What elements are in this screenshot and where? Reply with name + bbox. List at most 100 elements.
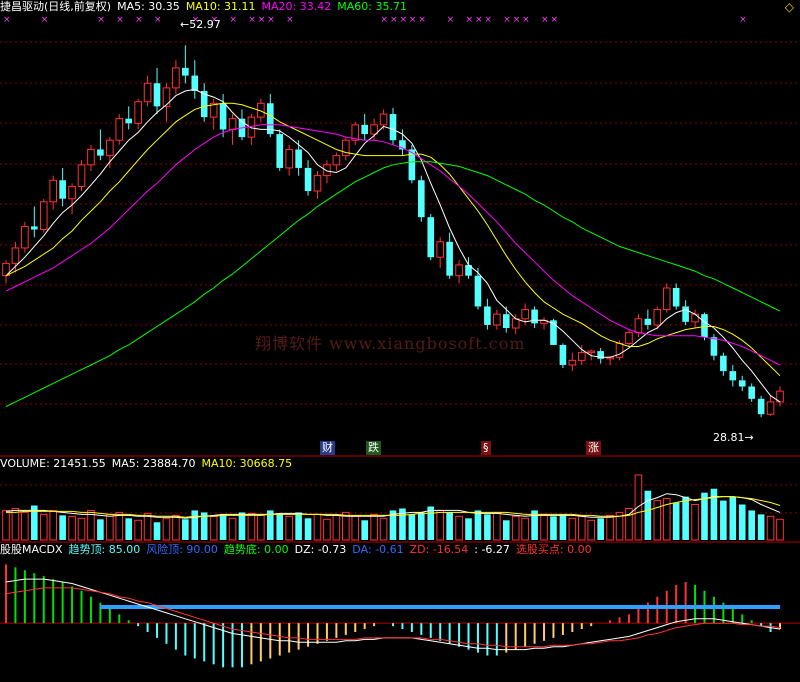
volume-bar-down (418, 512, 425, 540)
volume-bar-down (559, 514, 567, 540)
watermark: 翔博软件 www.xiangbosoft.com (255, 334, 526, 353)
candle-down (502, 314, 510, 329)
candle-down (153, 83, 161, 107)
signal-marker: × (522, 15, 530, 25)
volume-bar-down (59, 515, 66, 540)
signal-marker: × (116, 15, 124, 25)
volume-bar-up (436, 509, 444, 541)
volume-bar-down (738, 504, 746, 540)
signal-marker: × (286, 15, 294, 25)
risk-top-readout: 风险顶: 90.00 (146, 543, 218, 556)
low-price-label: 28.81→ (713, 431, 754, 444)
volume-bar-up (587, 519, 596, 541)
volume-bar-down (701, 492, 708, 540)
volume-bar-down (446, 512, 453, 540)
zd2-readout: : -6.27 (474, 543, 510, 556)
event-marker-rise[interactable]: 涨 (586, 441, 601, 455)
volume-bar-up (285, 515, 293, 541)
volume-ma10-readout: MA10: 30668.75 (201, 457, 293, 470)
volume-bar-up (228, 517, 237, 541)
signal-marker: × (466, 15, 474, 25)
candle-up (691, 313, 699, 323)
event-marker-section[interactable]: § (481, 441, 491, 455)
volume-bar-up (521, 517, 529, 541)
candle-up (332, 155, 341, 166)
candle-up (39, 201, 48, 231)
volume-bar-down (502, 520, 510, 540)
candle-down (474, 275, 482, 307)
indicator-name: 股股MACDX (0, 543, 63, 556)
signal-marker: × (739, 15, 747, 25)
volume-bar-down (276, 514, 284, 540)
volume-bar-up (77, 517, 86, 541)
candle-down (531, 309, 538, 324)
candle-down (389, 114, 397, 141)
candle-up (625, 332, 633, 344)
volume-bar-up (568, 517, 577, 541)
signal-marker: × (3, 15, 11, 25)
volume-bar-down (191, 510, 199, 540)
ma-line-ma60 (5, 161, 781, 407)
volume-bar-up (493, 511, 501, 541)
volume-bar-up (106, 513, 114, 541)
ma10-readout: MA10: 31.11 (185, 0, 256, 13)
signal-marker: × (447, 15, 455, 25)
candle-down (182, 67, 189, 76)
volume-bar-up (2, 509, 10, 541)
volume-bar-down (757, 514, 765, 540)
volume-header: VOLUME: 21451.55 MA5: 23884.70 MA10: 30668… (0, 457, 298, 471)
candle-up (653, 309, 662, 326)
event-marker-fall[interactable]: 跌 (366, 441, 381, 455)
volume-bar-up (625, 507, 633, 541)
volume-bar-up (209, 515, 218, 541)
volume-bar-up (332, 514, 341, 541)
volume-bar-down (97, 519, 104, 540)
volume-bar-up (115, 511, 124, 541)
volume-bar-up (172, 514, 180, 541)
volume-bar-up (766, 515, 775, 541)
candle-down (446, 241, 453, 276)
volume-bar-up (511, 515, 520, 541)
candle-down (720, 355, 727, 372)
volume-bar-up (370, 513, 378, 541)
candle-up (68, 185, 76, 200)
candle-down (31, 226, 38, 230)
volume-bar-down (748, 510, 755, 540)
volume-bar-down (550, 516, 557, 540)
candle-up (511, 318, 520, 329)
signal-marker: × (248, 15, 256, 25)
volume-bar-down (295, 512, 302, 540)
candle-down (559, 344, 567, 365)
candle-up (134, 101, 142, 124)
volume-bar-up (134, 519, 142, 541)
signal-marker: × (97, 15, 105, 25)
candle-down (682, 306, 689, 322)
candle-down (701, 314, 708, 338)
ma-line-ma20 (5, 124, 781, 366)
candle-up (455, 264, 463, 277)
volume-bar-up (351, 515, 360, 541)
signal-marker: × (418, 15, 426, 25)
candle-up (228, 118, 237, 130)
volume-bar-down (361, 520, 368, 540)
candle-up (172, 67, 180, 89)
da-readout: DA: -0.61 (352, 543, 404, 556)
signal-marker: × (484, 15, 492, 25)
signal-marker: × (381, 15, 389, 25)
candle-up (162, 87, 171, 107)
trend-top-readout: 趋势顶: 85.00 (68, 543, 141, 556)
volume-bar-down (427, 506, 435, 540)
close-icon[interactable]: ◇ (785, 0, 794, 14)
event-marker-finance[interactable]: 财 (320, 441, 335, 455)
zd-readout: ZD: -16.54 (409, 543, 469, 556)
trend-bottom-readout: 趋势底: 0.00 (223, 543, 289, 556)
candle-down (644, 318, 652, 325)
volume-bar-up (257, 514, 265, 541)
signal-marker: × (409, 15, 417, 25)
candle-down (295, 149, 302, 168)
signal-marker: × (503, 15, 511, 25)
candle-up (323, 164, 331, 177)
candle-down (219, 103, 227, 130)
volume-bar-up (379, 517, 388, 541)
volume-bar-down (304, 518, 312, 540)
